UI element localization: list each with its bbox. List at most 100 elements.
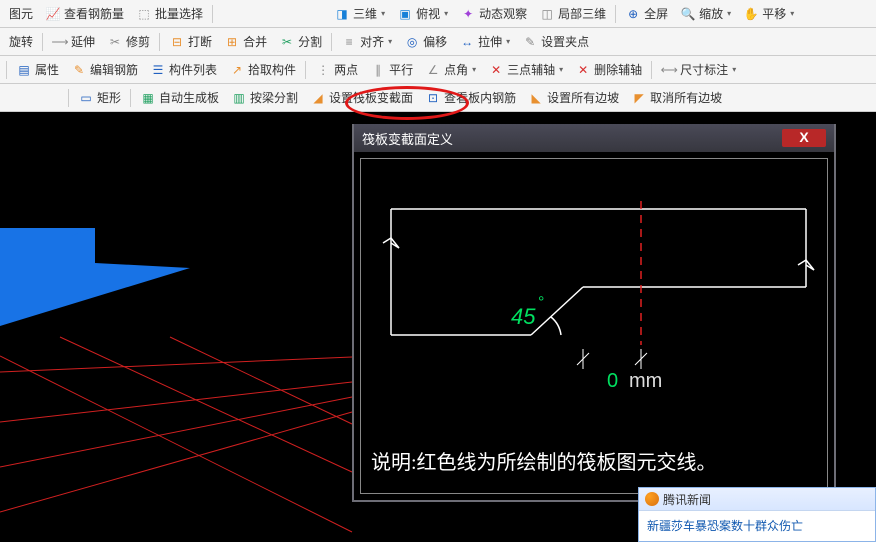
svg-text:mm: mm	[629, 370, 662, 392]
component-list-btn[interactable]: ☰构件列表	[145, 59, 222, 80]
zoom-btn[interactable]: 🔍缩放 ▾	[675, 3, 736, 24]
pick-component-btn[interactable]: ↗拾取构件	[224, 59, 301, 80]
svg-text:45: 45	[511, 304, 536, 329]
zoom-icon: 🔍	[680, 6, 696, 22]
partial-icon: ◫	[539, 6, 555, 22]
svg-text:0: 0	[607, 370, 618, 392]
dialog-titlebar[interactable]: 筏板变截面定义 X	[354, 124, 834, 152]
label: 设置所有边坡	[547, 89, 619, 106]
chevron-down-icon: ▾	[381, 9, 385, 18]
angle-point-btn[interactable]: ∠点角▾	[420, 59, 481, 80]
top-view-btn[interactable]: ▣俯视▾	[392, 3, 453, 24]
merge-icon: ⊞	[224, 34, 240, 50]
orbit-icon: ✦	[460, 6, 476, 22]
chevron-down-icon: ▾	[790, 9, 794, 18]
label: 平移	[762, 5, 786, 22]
break-btn[interactable]: ⊟打断	[164, 31, 217, 52]
section-dialog: 筏板变截面定义 X	[352, 124, 836, 502]
select-icon: ⬚	[136, 6, 152, 22]
explain-text: 说明:红色线为所绘制的筏板图元交线。	[371, 446, 717, 475]
label: 点角	[444, 61, 468, 78]
chevron-down-icon: ▾	[506, 37, 510, 46]
three-d-btn[interactable]: ◨三维 ▾	[329, 3, 390, 24]
label: 合并	[243, 33, 267, 50]
news-headline[interactable]: 新疆莎车暴恐案数十群众伤亡	[647, 519, 803, 533]
extend-btn[interactable]: ⟶延伸	[47, 31, 100, 52]
top-icon: ▣	[397, 6, 413, 22]
properties-btn[interactable]: ▤属性	[11, 59, 64, 80]
rect-btn[interactable]: ▭矩形	[73, 87, 126, 108]
view-steel-btn[interactable]: 📈查看钢筋量	[40, 3, 129, 24]
label: 查看钢筋量	[64, 5, 124, 22]
chevron-down-icon: ▾	[472, 65, 476, 74]
rotate-btn[interactable]: 旋转	[4, 31, 38, 52]
separator	[130, 89, 131, 107]
cancel-all-slope-btn[interactable]: ◤取消所有边坡	[626, 87, 727, 108]
split-btn[interactable]: ✂分割	[274, 31, 327, 52]
chevron-down-icon: ▾	[727, 9, 731, 18]
label: 取消所有边坡	[650, 89, 722, 106]
news-header[interactable]: 腾讯新闻	[639, 488, 875, 511]
label: 旋转	[9, 33, 33, 50]
offset-icon: ◎	[404, 34, 420, 50]
merge-btn[interactable]: ⊞合并	[219, 31, 272, 52]
label: 偏移	[423, 33, 447, 50]
separator	[6, 61, 7, 79]
two-point-btn[interactable]: ⋮两点	[310, 59, 363, 80]
fullscreen-btn[interactable]: ⊕全屏	[620, 3, 673, 24]
toolbar-row-2: 旋转 ⟶延伸 ✂修剪 ⊟打断 ⊞合并 ✂分割 ≡对齐▾ ◎偏移 ↔拉伸▾ ✎设置…	[0, 28, 876, 56]
view-inner-rebar-btn[interactable]: ⊡查看板内钢筋	[420, 87, 521, 108]
separator	[212, 5, 213, 23]
by-beam-btn[interactable]: ▥按梁分割	[226, 87, 303, 108]
separator	[159, 33, 160, 51]
chart-icon: 📈	[45, 6, 61, 22]
qq-icon	[645, 492, 659, 506]
label: 设置夹点	[541, 33, 589, 50]
trim-btn[interactable]: ✂修剪	[102, 31, 155, 52]
parallel-icon: ∥	[370, 62, 386, 78]
rect-icon: ▭	[78, 90, 94, 106]
stretch-btn[interactable]: ↔拉伸▾	[454, 31, 515, 52]
offset-btn[interactable]: ◎偏移	[399, 31, 452, 52]
section-drawing: 45 ° 0 mm	[361, 159, 829, 495]
news-popup: 腾讯新闻 新疆莎车暴恐案数十群众伤亡	[638, 487, 876, 542]
auto-gen-btn[interactable]: ▦自动生成板	[135, 87, 224, 108]
section-canvas: 45 ° 0 mm 说明:红色线为所绘制的筏板图元交线。	[360, 158, 828, 494]
cube-icon: ◨	[334, 6, 350, 22]
set-all-slope-btn[interactable]: ◣设置所有边坡	[523, 87, 624, 108]
break-icon: ⊟	[169, 34, 185, 50]
edit-rebar-btn[interactable]: ✎编辑钢筋	[66, 59, 143, 80]
chevron-down-icon: ▾	[388, 37, 392, 46]
split-icon: ✂	[279, 34, 295, 50]
fullscreen-icon: ⊕	[625, 6, 641, 22]
element-btn[interactable]: 图元	[4, 3, 38, 24]
toolbar-row-3: ▤属性 ✎编辑钢筋 ☰构件列表 ↗拾取构件 ⋮两点 ∥平行 ∠点角▾ ✕三点辅轴…	[0, 56, 876, 84]
separator	[305, 61, 306, 79]
chevron-down-icon: ▾	[732, 65, 736, 74]
set-section-btn[interactable]: ◢设置筏板变截面	[305, 87, 418, 108]
label: 属性	[35, 61, 59, 78]
twopoint-icon: ⋮	[315, 62, 331, 78]
slope-icon: ◣	[528, 90, 544, 106]
dynamic-view-btn[interactable]: ✦动态观察	[455, 3, 532, 24]
del-axis-btn[interactable]: ✕删除辅轴	[570, 59, 647, 80]
dimension-btn[interactable]: ⟷尺寸标注▾	[656, 59, 741, 80]
dialog-title-text: 筏板变截面定义	[362, 129, 453, 148]
three-axis-btn[interactable]: ✕三点辅轴▾	[483, 59, 568, 80]
set-grip-btn[interactable]: ✎设置夹点	[517, 31, 594, 52]
partial-3d-btn[interactable]: ◫局部三维	[534, 3, 611, 24]
label: 自动生成板	[159, 89, 219, 106]
parallel-btn[interactable]: ∥平行	[365, 59, 418, 80]
align-btn[interactable]: ≡对齐▾	[336, 31, 397, 52]
close-button[interactable]: X	[782, 129, 826, 147]
label: 矩形	[97, 89, 121, 106]
batch-select-btn[interactable]: ⬚批量选择	[131, 3, 208, 24]
separator	[651, 61, 652, 79]
pan-btn[interactable]: ✋平移▾	[738, 3, 799, 24]
label: 三维	[353, 5, 377, 22]
label: 缩放	[699, 5, 723, 22]
label: 编辑钢筋	[90, 61, 138, 78]
props-icon: ▤	[16, 62, 32, 78]
label: 构件列表	[169, 61, 217, 78]
section-icon: ◢	[310, 90, 326, 106]
